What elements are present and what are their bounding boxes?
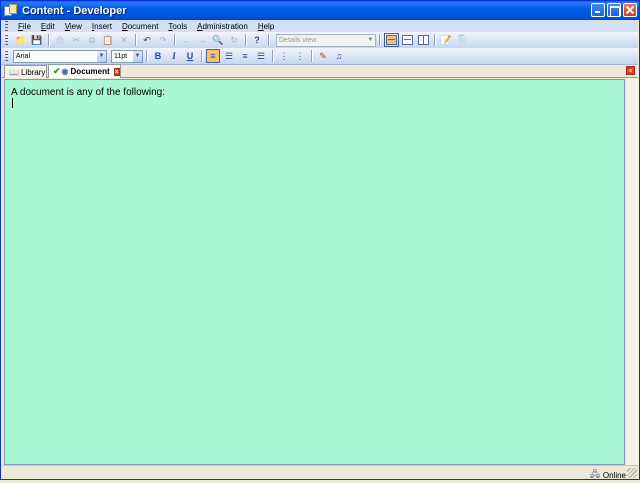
toolbar-separator — [272, 50, 273, 62]
align-center-icon[interactable]: ☰ — [222, 49, 236, 63]
align-left-icon[interactable]: ≡ — [206, 49, 220, 63]
tab-library-label: Library — [20, 67, 46, 77]
toolbar-separator — [434, 34, 435, 46]
resize-grip[interactable] — [627, 468, 637, 478]
help-icon[interactable]: ? — [250, 33, 264, 47]
find-icon[interactable]: 🔍 — [211, 33, 225, 47]
app-documents-icon — [4, 3, 18, 18]
toolbar-separator — [201, 50, 202, 62]
tab-document-label: Document — [70, 67, 110, 76]
standard-toolbar: 📁 💾 ⎙ ✂ ⧉ 📋 ✕ ↶ ↷ ← → 🔍 ↻ ? Details view… — [2, 32, 638, 49]
layout-single-icon[interactable] — [383, 33, 399, 47]
status-bar: 🖧 Online — [2, 465, 638, 480]
layout-rows-icon[interactable] — [400, 33, 414, 47]
bullet-list-icon[interactable]: ⋮ — [277, 49, 291, 63]
numbered-list-icon[interactable]: ⋮ — [293, 49, 307, 63]
view-mode-select[interactable]: Details view ▼ — [276, 33, 376, 47]
align-right-icon[interactable]: ≡ — [238, 49, 252, 63]
font-size-select[interactable]: 11pt ▼ — [111, 49, 143, 63]
toolbar-separator — [379, 34, 380, 46]
connection-status: 🖧 Online — [590, 467, 626, 483]
toolbar-separator — [174, 34, 175, 46]
menu-edit[interactable]: Edit — [36, 22, 60, 31]
chevron-down-icon: ▼ — [97, 50, 106, 62]
formatting-toolbar: Arial ▼ 11pt ▼ B I U ≡ ☰ ≡ ☰ ⋮ ⋮ ✎ ♫ — [2, 48, 638, 65]
tab-library[interactable]: 📖 Library — [4, 65, 47, 78]
vertical-scrollbar[interactable] — [625, 79, 638, 465]
align-justify-icon[interactable]: ☰ — [254, 49, 268, 63]
toolbar-separator — [311, 50, 312, 62]
toolbar-grip-handle[interactable] — [5, 51, 8, 61]
delete-icon[interactable]: ✕ — [117, 33, 131, 47]
chevron-down-icon: ▼ — [367, 37, 374, 43]
menu-administration[interactable]: Administration — [192, 22, 253, 31]
export-icon[interactable]: 🖺 — [455, 33, 469, 47]
bold-button[interactable]: B — [151, 49, 165, 63]
library-book-icon: 📖 — [9, 67, 19, 77]
tab-document[interactable]: ✔ ◉ Document × — [48, 64, 121, 78]
menu-bar: File Edit View Insert Document Tools Adm… — [2, 20, 638, 32]
window-title: Content - Developer — [22, 4, 127, 17]
highlight-icon[interactable]: ♫ — [332, 49, 346, 63]
toolbar-separator — [146, 50, 147, 62]
close-panel-icon[interactable]: × — [626, 66, 635, 75]
view-mode-value: Details view — [279, 36, 317, 44]
open-folder-icon[interactable]: 📁 — [14, 33, 28, 47]
close-window-button[interactable] — [623, 3, 637, 17]
menu-grip-handle[interactable] — [5, 21, 8, 31]
menu-help[interactable]: Help — [253, 22, 279, 31]
menu-tools[interactable]: Tools — [163, 22, 192, 31]
document-text: A document is any of the following: — [11, 87, 165, 98]
chevron-down-icon: ▼ — [133, 50, 142, 62]
text-caret — [12, 98, 13, 108]
globe-icon: ◉ — [61, 67, 69, 76]
close-tab-icon[interactable]: × — [113, 67, 120, 76]
menu-document[interactable]: Document — [117, 22, 163, 31]
title-bar[interactable]: Content - Developer — [1, 1, 639, 20]
forward-icon[interactable]: → — [195, 33, 209, 47]
back-icon[interactable]: ← — [179, 33, 193, 47]
menu-file[interactable]: File — [13, 22, 36, 31]
connection-status-label: Online — [602, 470, 626, 480]
toolbar-separator — [268, 34, 269, 46]
print-icon[interactable]: ⎙ — [53, 33, 67, 47]
toolbar-grip-handle[interactable] — [5, 35, 8, 45]
toolbar-separator — [48, 34, 49, 46]
properties-icon[interactable]: 📝 — [439, 33, 453, 47]
menu-insert[interactable]: Insert — [87, 22, 117, 31]
redo-icon[interactable]: ↷ — [156, 33, 170, 47]
app-window: Content - Developer File Edit View Inser… — [0, 0, 640, 480]
refresh-icon[interactable]: ↻ — [227, 33, 241, 47]
underline-button[interactable]: U — [183, 49, 197, 63]
menu-view[interactable]: View — [60, 22, 87, 31]
undo-icon[interactable]: ↶ — [140, 33, 154, 47]
font-size-value: 11pt — [114, 52, 128, 60]
document-editor[interactable]: A document is any of the following: — [4, 79, 625, 465]
cut-icon[interactable]: ✂ — [69, 33, 83, 47]
font-family-value: Arial — [16, 52, 31, 60]
paste-icon[interactable]: 📋 — [101, 33, 115, 47]
text-color-icon[interactable]: ✎ — [316, 49, 330, 63]
maximize-button[interactable] — [607, 3, 621, 17]
toolbar-separator — [135, 34, 136, 46]
save-icon[interactable]: 💾 — [30, 33, 44, 47]
layout-columns-icon[interactable] — [416, 33, 430, 47]
italic-button[interactable]: I — [167, 49, 181, 63]
checkmark-icon: ✔ — [53, 66, 61, 76]
font-family-select[interactable]: Arial ▼ — [13, 49, 107, 63]
minimize-button[interactable] — [591, 3, 605, 17]
copy-icon[interactable]: ⧉ — [85, 33, 99, 47]
network-icon: 🖧 — [589, 469, 600, 479]
toolbar-separator — [245, 34, 246, 46]
document-tabs: 📖 Library ✔ ◉ Document × × — [2, 64, 638, 78]
